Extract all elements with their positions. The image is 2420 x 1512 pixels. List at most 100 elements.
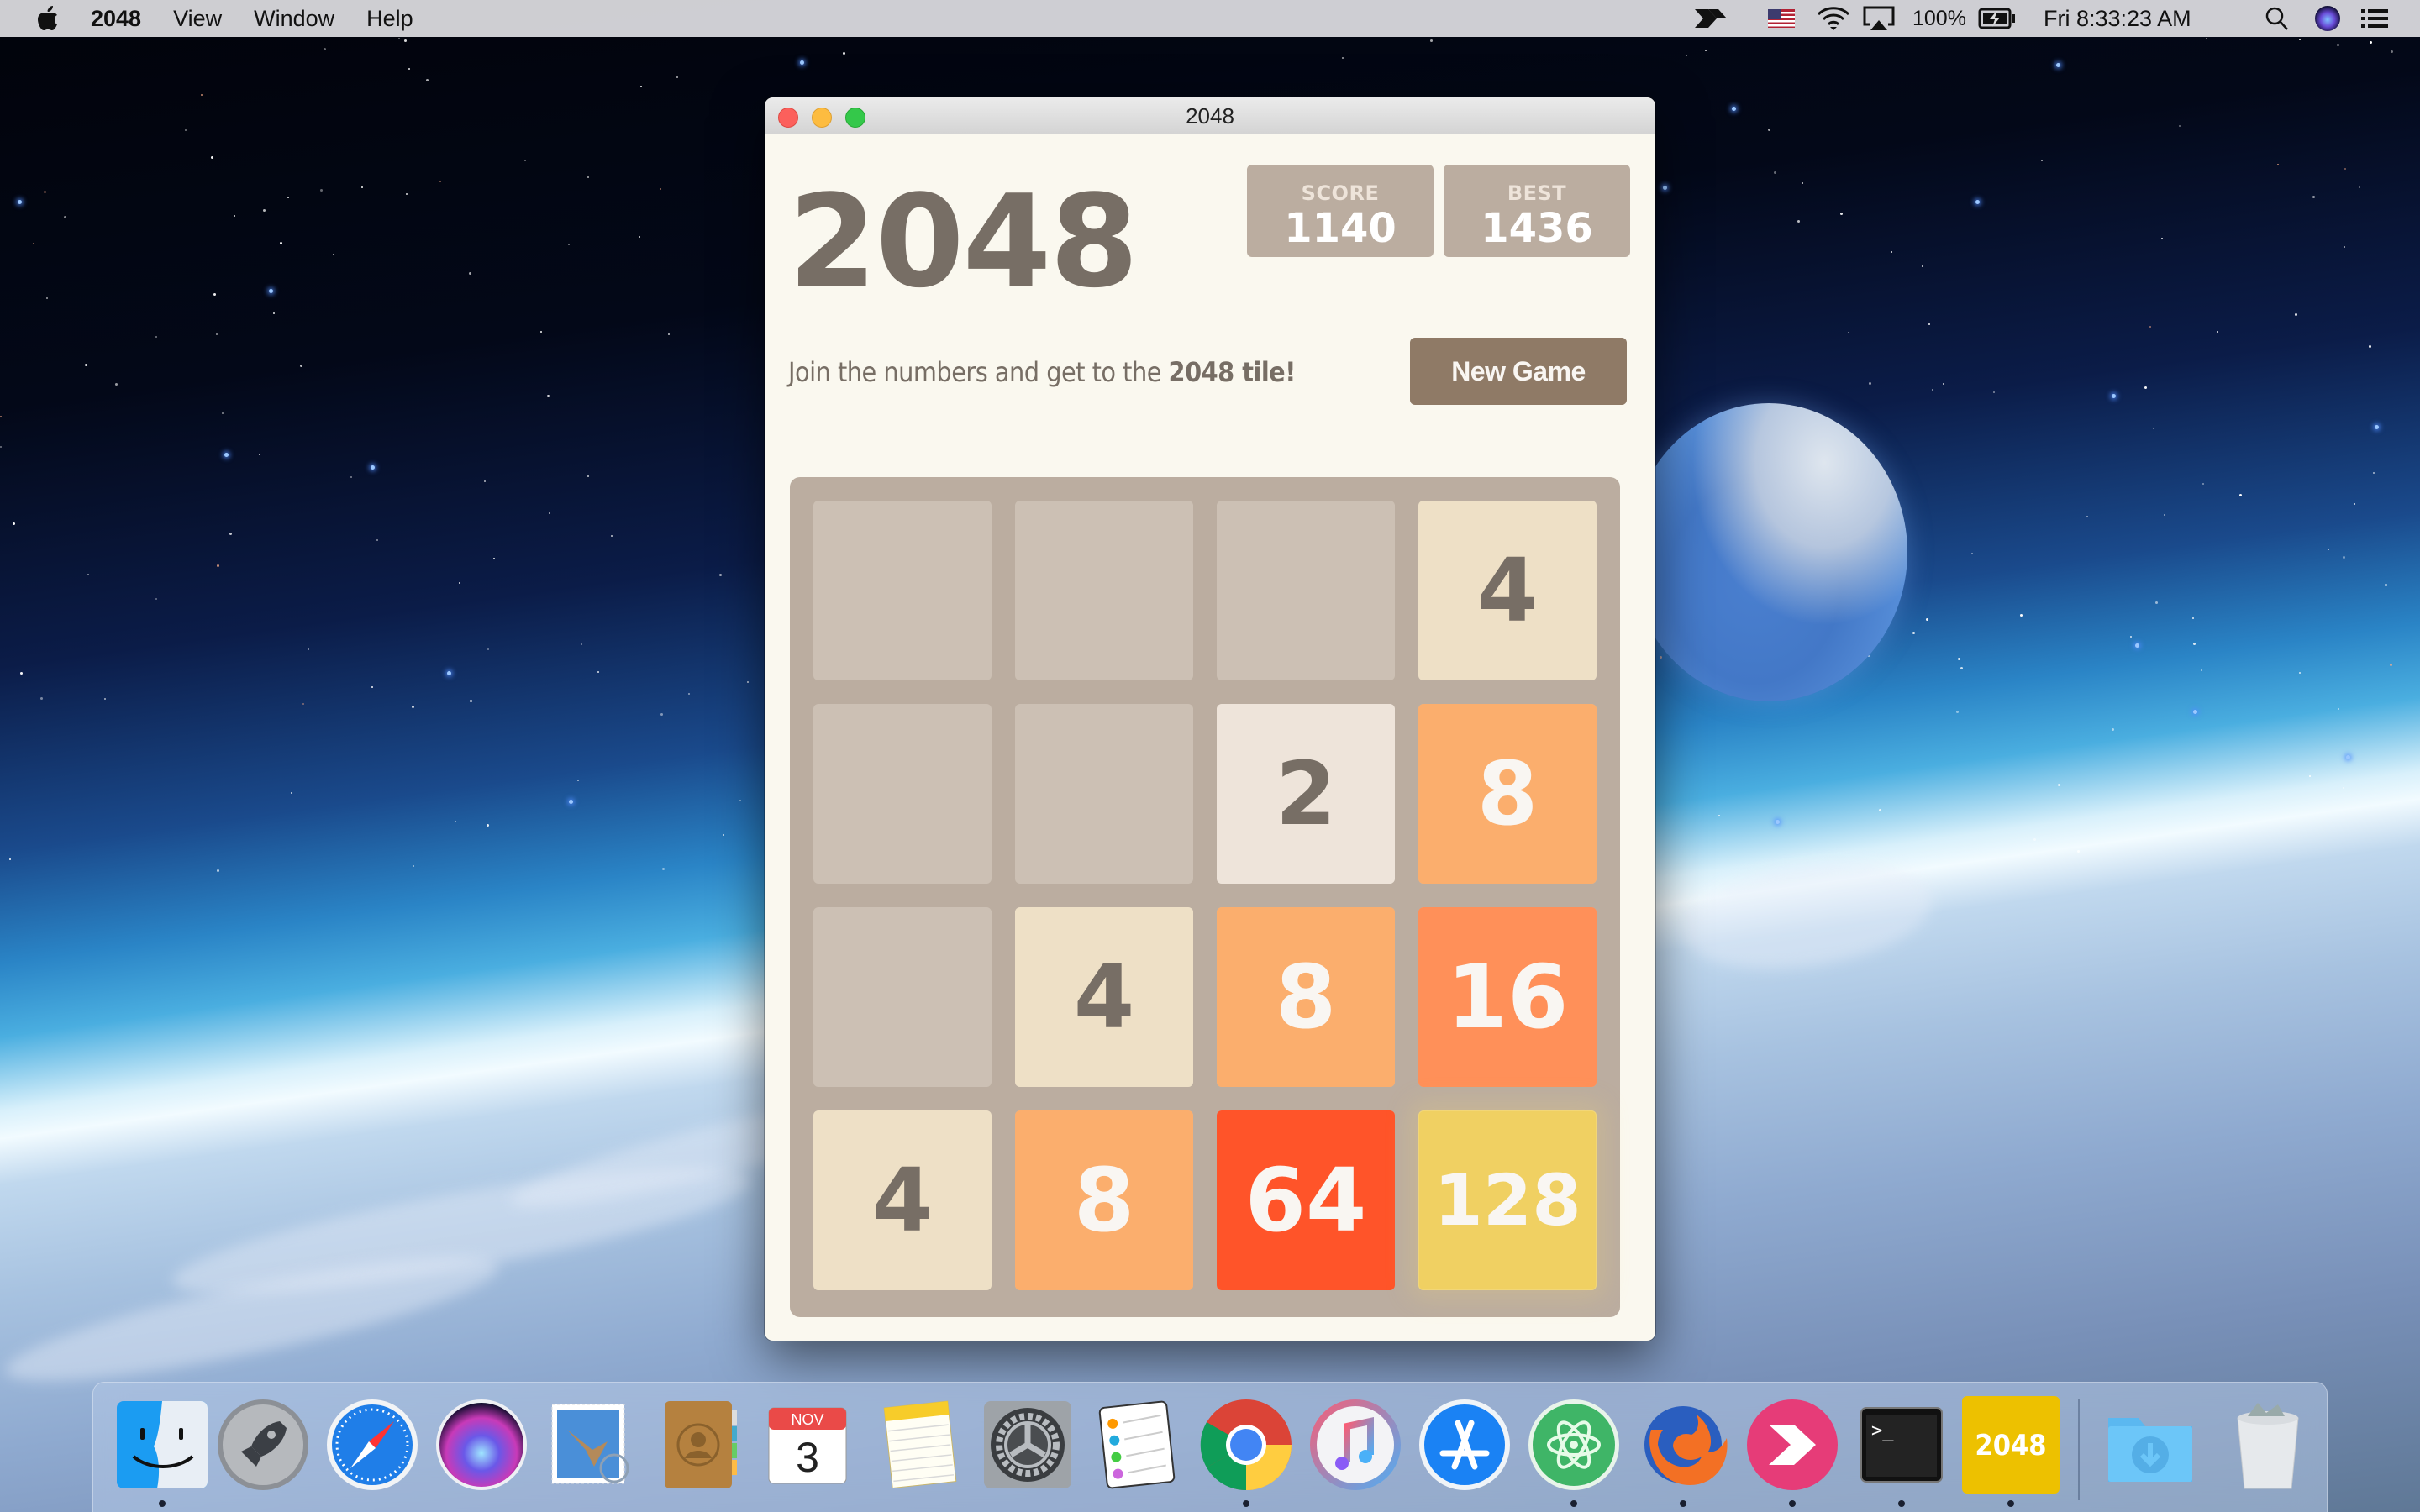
- star: [279, 241, 282, 244]
- dock-safari-icon[interactable]: [324, 1396, 421, 1494]
- dock-finder-icon[interactable]: [113, 1396, 211, 1494]
- star: [361, 186, 364, 189]
- star: [184, 129, 187, 131]
- zoom-window-button[interactable]: [845, 108, 865, 128]
- dock-contacts-icon[interactable]: [651, 1396, 749, 1494]
- notification-center-icon[interactable]: [2356, 0, 2393, 37]
- star: [2385, 584, 2388, 587]
- new-game-button[interactable]: New Game: [1410, 338, 1627, 405]
- star: [2391, 50, 2394, 53]
- star: [567, 244, 570, 246]
- star: [587, 176, 589, 179]
- star: [1839, 212, 1843, 215]
- star: [524, 159, 527, 161]
- star: [1921, 265, 1923, 268]
- star: [1848, 331, 1850, 333]
- star: [492, 558, 495, 560]
- star: [548, 512, 550, 514]
- star: [2354, 502, 2356, 505]
- menu-view[interactable]: View: [173, 6, 222, 32]
- menu-bar: 2048 View Window Help 100% Fri 8:33:23 A…: [0, 0, 2420, 37]
- star: [2149, 326, 2152, 328]
- star: [2033, 837, 2037, 841]
- dock-mail-icon[interactable]: [542, 1396, 639, 1494]
- star: [1879, 809, 1882, 812]
- battery-percent[interactable]: 100%: [1912, 7, 1966, 31]
- star: [1975, 199, 1981, 204]
- us-flag-input-icon[interactable]: [1766, 0, 1797, 37]
- star: [539, 331, 542, 333]
- running-indicator: [1898, 1500, 1905, 1507]
- star: [259, 454, 261, 456]
- star: [2312, 196, 2316, 199]
- star: [2077, 850, 2081, 853]
- dock-system-preferences-icon[interactable]: [979, 1396, 1076, 1494]
- dock-terminal-icon[interactable]: >_: [1853, 1396, 1950, 1494]
- star: [210, 155, 213, 159]
- close-window-button[interactable]: [778, 108, 798, 128]
- star: [2200, 669, 2202, 672]
- dock-reminders-icon[interactable]: [1088, 1396, 1186, 1494]
- game-board[interactable]: 4 2 8 4 8 16 4 8 64 128: [790, 477, 1620, 1317]
- star: [2345, 754, 2350, 759]
- star: [587, 475, 589, 477]
- star: [2374, 424, 2379, 429]
- star: [446, 670, 451, 675]
- star: [723, 833, 725, 836]
- menu-help[interactable]: Help: [366, 6, 413, 32]
- menu-window[interactable]: Window: [254, 6, 334, 32]
- star: [484, 480, 487, 482]
- star: [1960, 667, 1963, 670]
- star: [40, 697, 44, 701]
- star: [2144, 386, 2147, 389]
- dock-downloads-icon[interactable]: [2102, 1396, 2199, 1494]
- running-indicator: [159, 1500, 166, 1507]
- star: [569, 799, 574, 804]
- clock[interactable]: Fri 8:33:23 AM: [2044, 6, 2191, 32]
- dock-siri-icon[interactable]: [433, 1396, 530, 1494]
- airplay-icon[interactable]: [1860, 0, 1897, 37]
- star: [291, 791, 293, 794]
- star: [0, 415, 3, 417]
- dock-notes-icon[interactable]: [870, 1396, 967, 1494]
- star: [1926, 618, 1929, 622]
- score-value: 1140: [1284, 205, 1397, 252]
- wifi-icon[interactable]: [1815, 0, 1852, 37]
- dock-app-store-icon[interactable]: [1416, 1396, 1513, 1494]
- minimize-window-button[interactable]: [812, 108, 832, 128]
- star: [376, 539, 378, 542]
- intro-text: Join the numbers and get to the: [788, 356, 1169, 388]
- dock-trash-icon[interactable]: [2219, 1396, 2317, 1494]
- star: [2390, 664, 2393, 667]
- app-menu[interactable]: 2048: [91, 6, 141, 32]
- battery-charging-icon[interactable]: [1976, 0, 2018, 37]
- star: [333, 254, 335, 256]
- dock-atom-icon[interactable]: [1525, 1396, 1623, 1494]
- star: [1685, 55, 1687, 57]
- apple-logo-icon[interactable]: [35, 5, 59, 32]
- star: [216, 564, 219, 568]
- star: [2308, 774, 2311, 777]
- dock-google-chrome-icon[interactable]: [1197, 1396, 1295, 1494]
- tile-4: 4: [1418, 501, 1597, 680]
- siri-icon[interactable]: [2309, 0, 2346, 37]
- star: [842, 52, 845, 55]
- star: [1928, 323, 1931, 326]
- grid-cell: [1015, 704, 1193, 884]
- dock-firefox-icon[interactable]: [1634, 1396, 1732, 1494]
- star: [2358, 186, 2360, 188]
- star: [350, 476, 352, 479]
- star: [411, 705, 414, 708]
- star: [1942, 383, 1944, 386]
- star: [287, 196, 289, 198]
- dock-2048-icon[interactable]: 2048: [1962, 1396, 2060, 1494]
- dock-skitch-icon[interactable]: [1744, 1396, 1841, 1494]
- star: [640, 85, 643, 87]
- dock-launchpad-icon[interactable]: [214, 1396, 312, 1494]
- window-titlebar[interactable]: 2048: [765, 97, 1655, 134]
- tile-8: 8: [1217, 907, 1395, 1087]
- spark-app-icon[interactable]: [1692, 0, 1729, 37]
- spotlight-search-icon[interactable]: [2259, 0, 2296, 37]
- dock-itunes-icon[interactable]: [1307, 1396, 1404, 1494]
- dock-calendar-icon[interactable]: NOV 3: [760, 1396, 858, 1494]
